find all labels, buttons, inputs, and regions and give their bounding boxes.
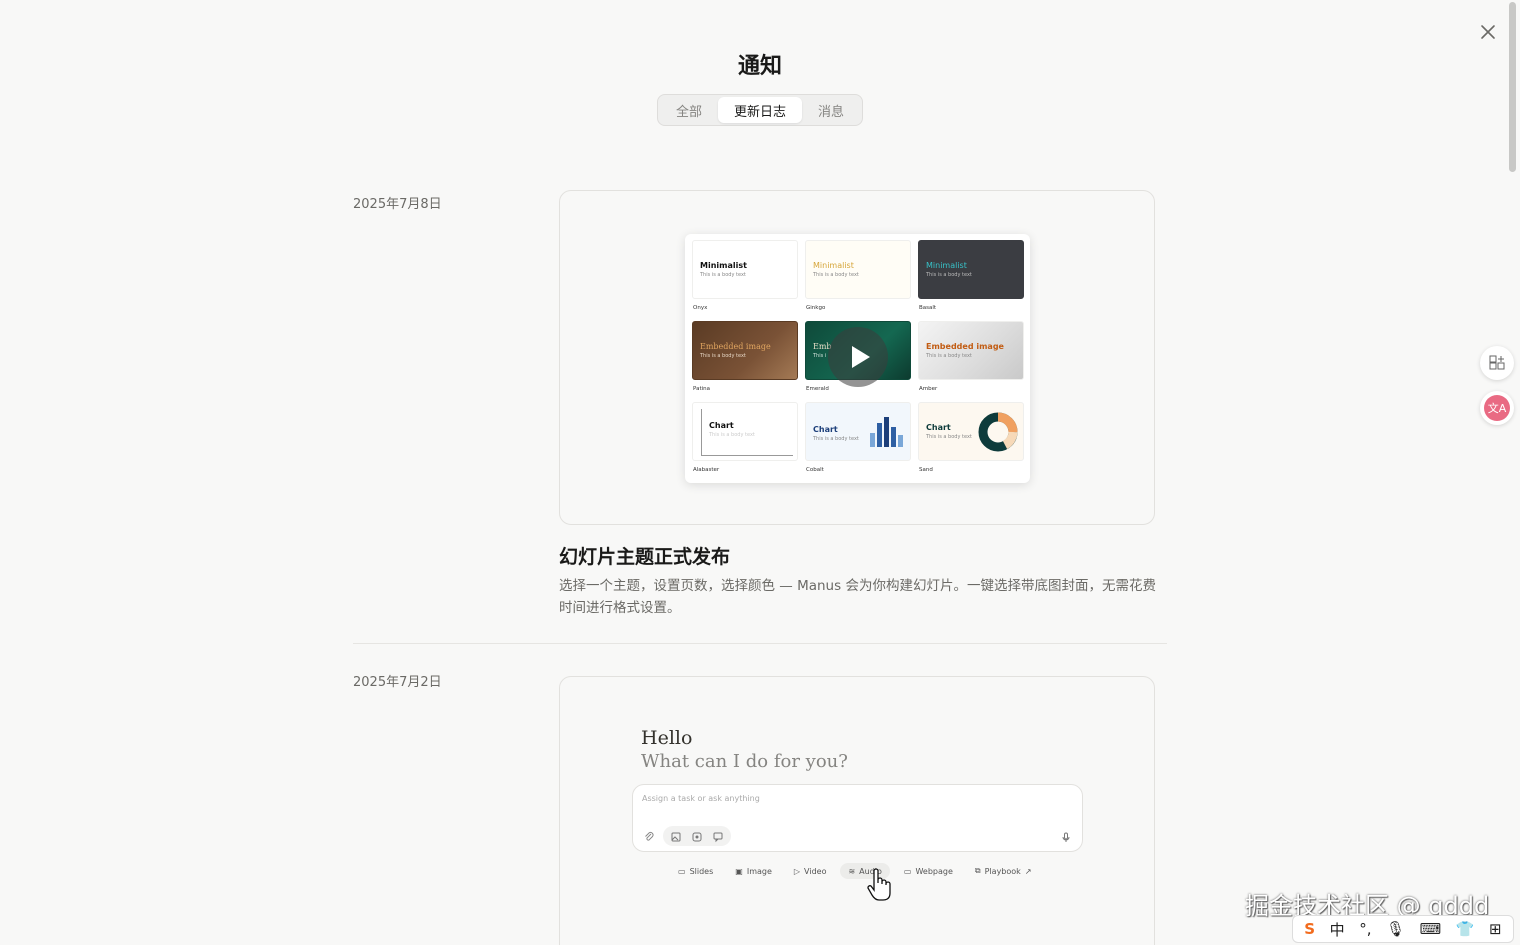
close-icon[interactable] bbox=[1478, 22, 1498, 42]
theme-thumb-patina: Embedded image This is a body text bbox=[692, 321, 798, 380]
chip-video[interactable]: ▷ Video bbox=[786, 863, 835, 879]
theme-name: Ginkgo bbox=[806, 305, 826, 311]
translate-button[interactable]: 文A bbox=[1480, 391, 1514, 425]
tab-bar: 全部 更新日志 消息 bbox=[657, 94, 863, 126]
grid-add-icon bbox=[1489, 355, 1505, 370]
tab-changelog[interactable]: 更新日志 bbox=[718, 97, 802, 123]
toolbox-icon[interactable]: ⊞ bbox=[1489, 920, 1502, 938]
tab-all[interactable]: 全部 bbox=[660, 97, 718, 123]
theme-thumb-ginkgo: Minimalist This is a body text bbox=[805, 240, 911, 299]
microphone-icon bbox=[1062, 832, 1070, 842]
image-icon bbox=[671, 832, 681, 842]
theme-name: Patina bbox=[693, 386, 710, 392]
hand-cursor-icon bbox=[867, 868, 891, 901]
tab-messages[interactable]: 消息 bbox=[802, 97, 860, 123]
theme-name: Emerald bbox=[806, 386, 829, 392]
slides-icon: ▭ bbox=[678, 866, 686, 876]
task-input: Assign a task or ask anything bbox=[632, 784, 1083, 852]
image-icon: ▣ bbox=[735, 866, 743, 876]
theme-thumb-amber: Embedded image This is a body text bbox=[918, 321, 1024, 380]
chip-webpage[interactable]: ▭ Webpage bbox=[896, 863, 961, 879]
theme-name: Alabaster bbox=[693, 467, 720, 473]
playbook-icon: ⧉ bbox=[974, 866, 981, 875]
punctuation-icon[interactable]: °, bbox=[1359, 920, 1371, 938]
translate-icon: 文A bbox=[1484, 395, 1510, 421]
entry-date: 2025年7月2日 bbox=[353, 675, 442, 690]
ime-toolbar: S 中 °, 🎙 ⌨ 👕 ⊞ bbox=[1292, 915, 1514, 943]
notifications-page: 通知 全部 更新日志 消息 2025年7月8日 Minimalist This … bbox=[0, 0, 1520, 945]
greeting: Hello bbox=[641, 727, 693, 749]
external-link-icon: ↗ bbox=[1024, 866, 1032, 876]
entry-date: 2025年7月8日 bbox=[353, 197, 442, 212]
entry-description: 选择一个主题，设置页数，选择颜色 — Manus 会为你构建幻灯片。一键选择带底… bbox=[559, 578, 1156, 616]
grid-icon bbox=[692, 832, 702, 842]
theme-name: Sand bbox=[919, 467, 933, 473]
theme-thumb-alabaster: Chart This is a body text bbox=[692, 402, 798, 461]
chat-preview-card[interactable]: Hello What can I do for you? Assign a ta… bbox=[559, 676, 1155, 945]
sogou-logo-icon[interactable]: S bbox=[1304, 920, 1315, 938]
video-icon: ▷ bbox=[793, 866, 801, 876]
scrollbar-thumb[interactable] bbox=[1509, 2, 1516, 172]
app-grid-button[interactable] bbox=[1480, 346, 1514, 380]
chat-icon bbox=[713, 832, 723, 843]
theme-name: Basalt bbox=[919, 305, 937, 311]
divider bbox=[353, 643, 1167, 644]
attach-icon bbox=[645, 832, 654, 841]
theme-name: Cobalt bbox=[806, 467, 824, 473]
theme-name: Amber bbox=[919, 386, 938, 392]
theme-thumb-cobalt: Chart This is a body text bbox=[805, 402, 911, 461]
page-title: 通知 bbox=[737, 54, 782, 79]
mode-chips: ▭ Slides ▣ Image ▷ Video ≋ Audio ▭ Webpage ⧉ P… bbox=[670, 863, 1040, 879]
theme-name: Onyx bbox=[693, 305, 708, 311]
chip-playbook[interactable]: ⧉ Playbook ↗ bbox=[967, 863, 1040, 879]
skin-icon[interactable]: 👕 bbox=[1456, 920, 1475, 938]
keyboard-icon[interactable]: ⌨ bbox=[1420, 920, 1442, 938]
input-placeholder: Assign a task or ask anything bbox=[642, 794, 760, 803]
greeting-subtitle: What can I do for you? bbox=[641, 751, 848, 772]
entry-title: 幻灯片主题正式发布 bbox=[559, 546, 731, 568]
chip-slides[interactable]: ▭ Slides bbox=[670, 863, 721, 879]
play-icon[interactable] bbox=[828, 327, 888, 387]
ime-mode[interactable]: 中 bbox=[1330, 919, 1345, 940]
theme-thumb-basalt: Minimalist This is a body text bbox=[918, 240, 1024, 299]
audio-icon: ≋ bbox=[848, 866, 856, 876]
webpage-icon: ▭ bbox=[903, 866, 912, 876]
theme-thumb-onyx: Minimalist This is a body text bbox=[692, 240, 798, 299]
chip-image[interactable]: ▣ Image bbox=[727, 863, 780, 879]
theme-preview-card[interactable]: Minimalist This is a body text Onyx Mini… bbox=[559, 190, 1155, 525]
theme-thumb-sand: Chart This is a body text bbox=[918, 402, 1024, 461]
microphone-icon[interactable]: 🎙 bbox=[1386, 920, 1405, 938]
